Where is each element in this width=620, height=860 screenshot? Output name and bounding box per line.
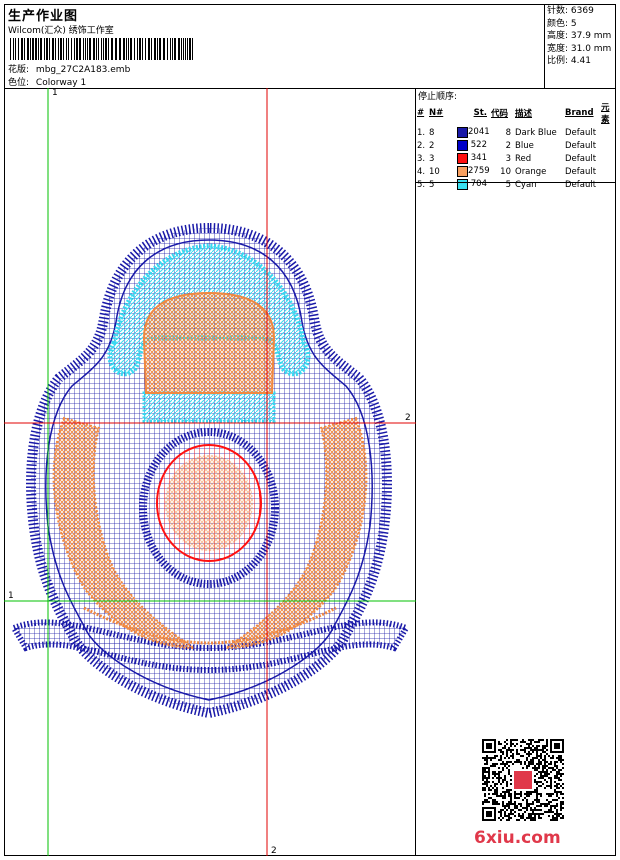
design-width: 宽度: 31.0 mm (547, 43, 612, 54)
table-divider (416, 182, 616, 183)
guide-label-h1: 1 (8, 591, 14, 601)
row-code: 2 (505, 140, 511, 151)
stitch-count: 针数: 6369 (547, 6, 594, 16)
row-description: Red (515, 153, 532, 164)
row-element (600, 178, 616, 191)
table-row: 2. 2 522 2 Blue Default (416, 139, 616, 152)
table-row: 1. 8 2041 8 Dark Blue Default (416, 126, 616, 139)
guide-label-h2: 2 (405, 413, 411, 423)
col-brand: Brand (565, 108, 594, 118)
col-needle: N# (429, 108, 444, 118)
col-index: # (417, 108, 425, 118)
row-needle: 10 (429, 166, 440, 177)
row-index: 5. (417, 179, 426, 190)
row-description: Cyan (515, 179, 537, 190)
color-swatch (457, 140, 468, 151)
stitch-count-value: 2041 (468, 127, 490, 137)
row-stitches: 2041 (456, 126, 490, 139)
guide-label-v2: 2 (271, 846, 277, 856)
embroidery-preview (4, 88, 416, 856)
row-code: 5 (505, 179, 511, 190)
site-watermark: 6xiu.com (474, 828, 561, 848)
stitch-count-value: 2759 (468, 166, 490, 176)
row-brand: Default (565, 127, 597, 138)
row-description: Orange (515, 166, 547, 177)
row-index: 2. (417, 140, 426, 151)
row-stitches: 704 (456, 178, 490, 191)
row-needle: 3 (429, 153, 435, 164)
design-row: 花版: mbg_27C2A183.emb (8, 62, 130, 75)
table-header-row: # N# St. 代码 描述 Brand 元素 (416, 100, 616, 126)
row-index: 4. (417, 166, 426, 177)
row-stitches: 2759 (456, 165, 490, 178)
colorway-label: 色位: (8, 78, 30, 88)
qr-code (482, 739, 564, 821)
color-swatch (457, 127, 468, 138)
design-scale: 比例: 4.41 (547, 56, 591, 66)
stop-sequence-panel: 停止顺序: # N# St. 代码 描述 Brand 元素 1. 8 2041 8 Da… (416, 88, 616, 856)
stitch-count-value: 341 (470, 153, 487, 163)
row-description: Blue (515, 140, 534, 151)
design-label: 花版: (8, 65, 30, 75)
design-file: mbg_27C2A183.emb (35, 65, 131, 75)
row-element (600, 126, 616, 139)
row-element (600, 152, 616, 165)
table-row: 4. 10 2759 10 Orange Default (416, 165, 616, 178)
guide-label-v1: 1 (52, 88, 58, 98)
table-row: 5. 5 704 5 Cyan Default (416, 178, 616, 191)
barcode (10, 38, 193, 60)
crown-orange (142, 291, 276, 394)
row-stitches: 341 (456, 152, 490, 165)
row-needle: 8 (429, 127, 435, 138)
color-sequence-table: # N# St. 代码 描述 Brand 元素 1. 8 2041 8 Dark Blu… (416, 100, 616, 191)
row-index: 3. (417, 153, 426, 164)
col-description: 描述 (515, 109, 533, 119)
color-swatch (457, 166, 468, 177)
row-description: Dark Blue (515, 127, 557, 138)
stitch-count-value: 522 (470, 140, 487, 150)
stitch-count-value: 704 (470, 179, 487, 189)
row-needle: 2 (429, 140, 435, 151)
row-needle: 5 (429, 179, 435, 190)
row-brand: Default (565, 166, 597, 177)
stats-panel: 针数: 6369 颜色: 5 高度: 37.9 mm 宽度: 31.0 mm 比… (545, 4, 616, 89)
col-code: 代码 (491, 109, 509, 119)
col-stitches: St. (473, 108, 487, 118)
seal-icon (514, 771, 532, 789)
page-title: 生产作业图 (8, 9, 79, 24)
table-row: 3. 3 341 3 Red Default (416, 152, 616, 165)
row-brand: Default (565, 179, 597, 190)
row-index: 1. (417, 127, 426, 138)
row-code: 3 (505, 153, 511, 164)
design-canvas: 1 2 1 2 (4, 88, 416, 856)
company-name: Wilcom(汇众) 绣饰工作室 (8, 26, 114, 36)
row-code: 10 (500, 166, 511, 177)
row-brand: Default (565, 140, 597, 151)
row-element (600, 139, 616, 152)
row-element (600, 165, 616, 178)
color-count: 颜色: 5 (547, 18, 577, 29)
colorway-value: Colorway 1 (35, 78, 87, 88)
color-swatch (457, 153, 468, 164)
col-element: 元素 (601, 103, 610, 125)
row-code: 8 (505, 127, 511, 138)
design-height: 高度: 37.9 mm (547, 31, 612, 41)
header-panel: 生产作业图 Wilcom(汇众) 绣饰工作室 花版: mbg_27C2A183.… (4, 4, 545, 89)
row-brand: Default (565, 153, 597, 164)
row-stitches: 522 (456, 139, 490, 152)
colorway-row: 色位: Colorway 1 (8, 75, 86, 88)
color-swatch (457, 179, 468, 190)
